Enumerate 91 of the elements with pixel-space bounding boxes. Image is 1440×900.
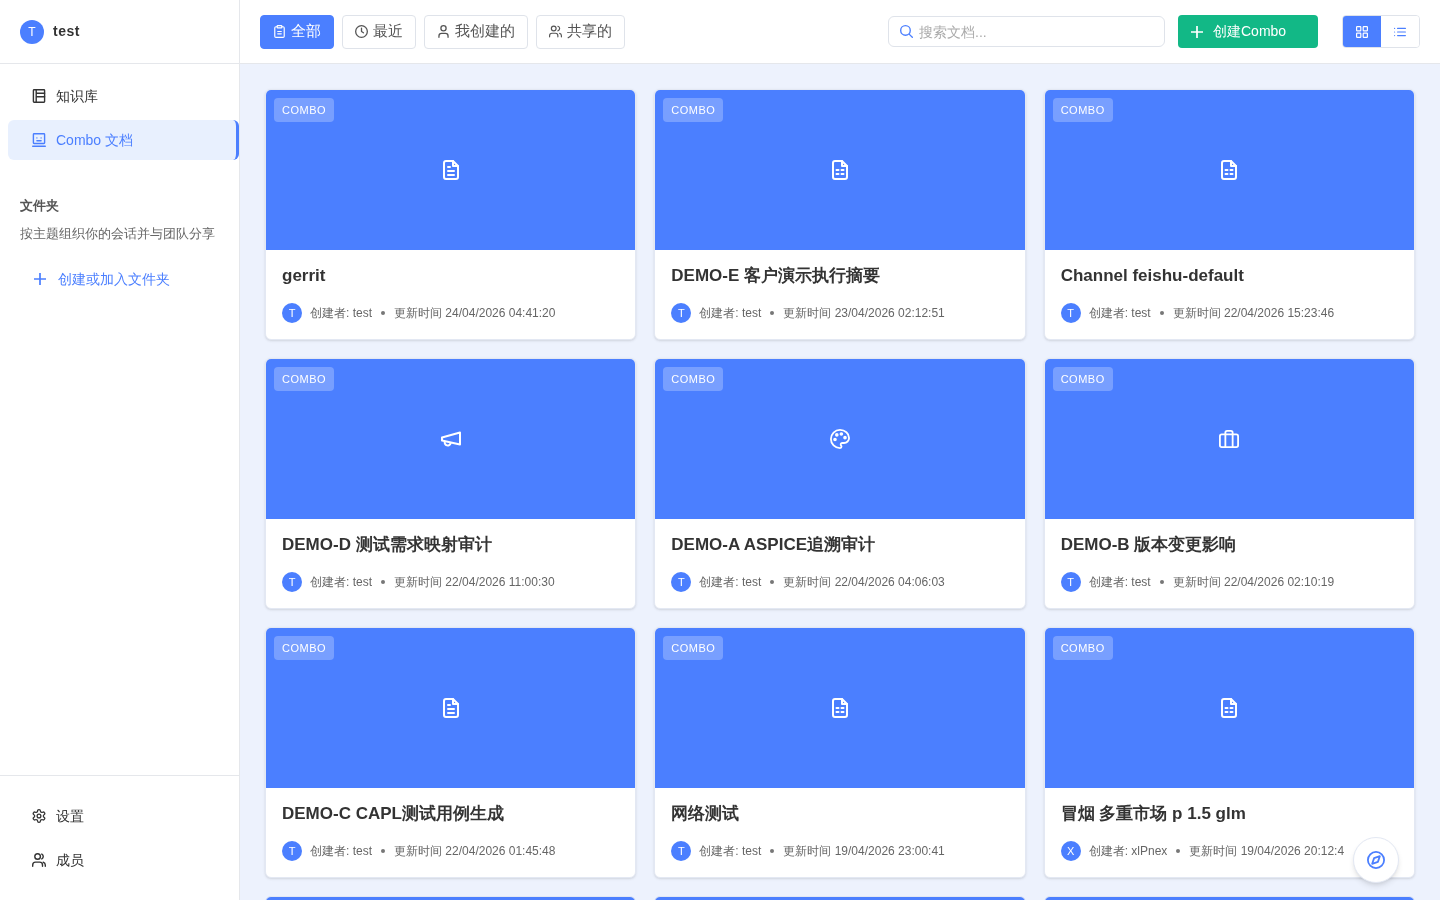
updated-time: 更新时间 19/04/2026 20:12:4 bbox=[1189, 843, 1345, 860]
updated-time: 更新时间 22/04/2026 01:45:48 bbox=[394, 843, 556, 860]
combo-badge: COMBO bbox=[663, 636, 724, 660]
briefcase-icon bbox=[1219, 429, 1240, 449]
filter-tab[interactable]: 我创建的 bbox=[424, 14, 528, 49]
grid-view-icon bbox=[1356, 25, 1368, 38]
document-card[interactable]: COMBO 网络测试 T 创建者: test 更新时间 19/04/2026 23:00:41 bbox=[654, 627, 1026, 878]
search-icon bbox=[900, 25, 913, 38]
document-card[interactable]: COMBO DEMO-C CAPL测试用例生成 T 创建者: test 更新时间 22/04/2026 01:45:48 bbox=[265, 627, 637, 878]
updated-time: 更新时间 22/04/2026 04:06:03 bbox=[783, 574, 945, 591]
filter-tab[interactable]: 共享的 bbox=[536, 14, 625, 49]
view-toggle-button[interactable] bbox=[1343, 16, 1381, 47]
combo-badge: COMBO bbox=[663, 367, 724, 391]
creator-text: 创建者: test bbox=[310, 843, 372, 860]
ledger-icon bbox=[32, 89, 46, 103]
card-title: DEMO-B 版本变更影响 bbox=[1060, 534, 1238, 556]
spreadsheet-icon bbox=[1219, 698, 1240, 718]
combo-badge: COMBO bbox=[274, 367, 335, 391]
clock-icon bbox=[355, 25, 368, 38]
sidebar-item[interactable]: 知识库 bbox=[8, 76, 236, 116]
settings-icon bbox=[32, 809, 46, 823]
avatar: T bbox=[1060, 572, 1081, 592]
creator-text: 创建者: test bbox=[699, 574, 762, 591]
creator-text: 创建者: test bbox=[699, 305, 762, 322]
users-icon bbox=[549, 25, 562, 38]
card-title: DEMO-E 客户演示执行摘要 bbox=[671, 265, 882, 287]
screen-icon bbox=[32, 133, 46, 147]
creator-text: 创建者: test bbox=[310, 305, 372, 322]
megaphone-icon bbox=[440, 429, 461, 449]
combo-badge: COMBO bbox=[1052, 367, 1113, 391]
avatar: T bbox=[671, 841, 692, 861]
user-icon bbox=[437, 25, 450, 38]
document-card[interactable]: COMBO DEMO-D 测试需求映射审计 T 创建者: test 更新时间 22/04/2026 11:00:30 bbox=[265, 358, 637, 609]
document-icon bbox=[440, 160, 461, 180]
section-title: 文件夹 bbox=[19, 197, 60, 215]
workspace-name: test bbox=[53, 22, 80, 41]
combo-badge: COMBO bbox=[274, 98, 335, 122]
combo-badge: COMBO bbox=[1052, 636, 1113, 660]
creator-text: 创建者: test bbox=[1088, 305, 1151, 322]
card-title: Channel feishu-default bbox=[1060, 265, 1245, 287]
avatar: T bbox=[282, 303, 302, 323]
document-card[interactable]: COMBO DEMO-B 版本变更影响 T 创建者: test 更新时间 22/04/2026 02:10:19 bbox=[1043, 358, 1415, 609]
avatar: T bbox=[282, 572, 302, 592]
palette-icon bbox=[830, 429, 850, 449]
document-icon bbox=[440, 698, 461, 718]
spreadsheet-icon bbox=[830, 698, 850, 718]
sidebar-item[interactable]: 成员 bbox=[8, 840, 231, 880]
filter-tab[interactable]: 最近 bbox=[342, 14, 416, 49]
updated-time: 更新时间 24/04/2026 04:41:20 bbox=[394, 305, 556, 322]
plus-icon bbox=[34, 273, 46, 285]
combo-badge: COMBO bbox=[274, 636, 335, 660]
card-title: DEMO-D 测试需求映射审计 bbox=[282, 534, 493, 556]
card-title: gerrit bbox=[282, 265, 327, 287]
updated-time: 更新时间 22/04/2026 11:00:30 bbox=[394, 574, 555, 591]
creator-text: 创建者: test bbox=[310, 574, 372, 591]
workspace-avatar: T bbox=[20, 19, 44, 44]
card-title: 冒烟 多重市场 p 1.5 glm bbox=[1060, 803, 1247, 825]
creator-text: 创建者: xlPnex bbox=[1088, 843, 1168, 860]
filter-tab[interactable]: 全部 bbox=[260, 14, 334, 49]
list-view-icon bbox=[1394, 25, 1406, 38]
card-title: DEMO-A ASPICE追溯审计 bbox=[671, 534, 877, 556]
document-card[interactable]: COMBO DEMO-A ASPICE追溯审计 T 创建者: test 更新时间 22/04/2026 04:06:03 bbox=[654, 358, 1026, 609]
avatar: X bbox=[1060, 841, 1081, 861]
avatar: T bbox=[1060, 303, 1081, 323]
combo-badge: COMBO bbox=[1052, 98, 1113, 122]
updated-time: 更新时间 23/04/2026 02:12:51 bbox=[783, 305, 945, 322]
plus-icon bbox=[1191, 25, 1203, 38]
spreadsheet-icon bbox=[1219, 160, 1240, 180]
avatar: T bbox=[671, 303, 692, 323]
spreadsheet-icon bbox=[830, 160, 850, 180]
creator-text: 创建者: test bbox=[1088, 574, 1151, 591]
avatar: T bbox=[282, 841, 302, 861]
creator-text: 创建者: test bbox=[699, 843, 762, 860]
sidebar-item[interactable]: 设置 bbox=[8, 796, 231, 836]
section-description: 按主题组织你的会话并与团队分享 bbox=[19, 225, 216, 243]
updated-time: 更新时间 19/04/2026 23:00:41 bbox=[783, 843, 945, 860]
card-title: DEMO-C CAPL测试用例生成 bbox=[282, 803, 505, 825]
document-card[interactable]: COMBO Channel feishu-default T 创建者: test 更新时间 22/04/2026 15:23:46 bbox=[1043, 89, 1415, 340]
updated-time: 更新时间 22/04/2026 02:10:19 bbox=[1172, 574, 1335, 591]
document-card[interactable]: COMBO 冒烟 多重市场 p 1.5 glm X 创建者: xlPnex 更新时间 19/04/2026 20:12:4 bbox=[1043, 627, 1415, 878]
document-card[interactable]: COMBO gerrit T 创建者: test 更新时间 24/04/2026 04:41:20 bbox=[265, 89, 637, 340]
updated-time: 更新时间 22/04/2026 15:23:46 bbox=[1172, 305, 1335, 322]
card-title: 网络测试 bbox=[671, 803, 741, 825]
document-card[interactable]: COMBO DEMO-E 客户演示执行摘要 T 创建者: test 更新时间 23/04/2026 02:12:51 bbox=[654, 89, 1026, 340]
people-icon bbox=[32, 853, 46, 867]
search-field[interactable]: 搜索文档... bbox=[888, 16, 1165, 47]
clipboard-icon bbox=[273, 25, 286, 38]
create-folder-link[interactable]: 创建或加入文件夹 bbox=[34, 269, 170, 289]
compass-icon bbox=[1367, 851, 1385, 869]
avatar: T bbox=[671, 572, 692, 592]
combo-badge: COMBO bbox=[663, 98, 724, 122]
